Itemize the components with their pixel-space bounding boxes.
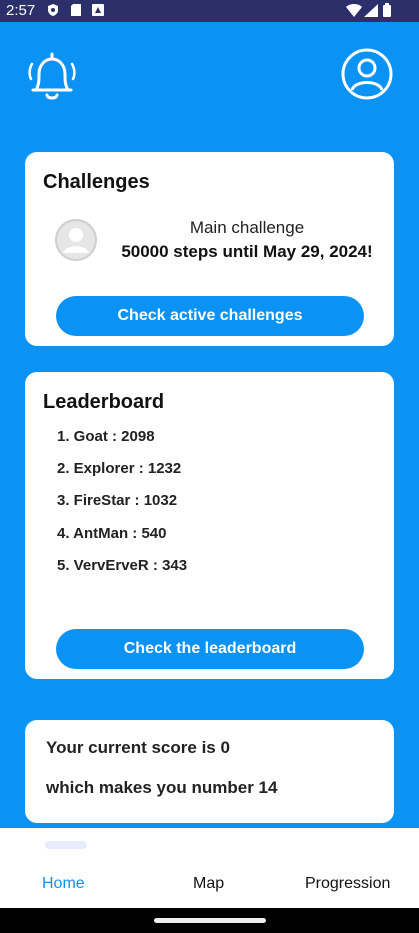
shield-status-icon <box>48 4 58 16</box>
leaderboard-entry: 5. VervErveR : 343 <box>57 557 188 574</box>
nav-map[interactable]: Map <box>193 875 224 893</box>
sd-card-icon <box>71 4 81 16</box>
leaderboard-entry: 1. Goat : 2098 <box>57 428 155 445</box>
signal-icon <box>364 4 378 17</box>
leaderboard-entry: 2. Explorer : 1232 <box>57 460 182 477</box>
gesture-bar-area <box>0 908 419 933</box>
challenges-title: Challenges <box>43 171 150 193</box>
wifi-icon <box>346 4 362 17</box>
gesture-handle[interactable] <box>154 918 266 923</box>
leaderboard-card: Leaderboard 1. Goat : 2098 2. Explorer :… <box>25 372 394 679</box>
leaderboard-entry: 4. AntMan : 540 <box>57 525 167 542</box>
battery-icon <box>383 3 391 17</box>
challenges-card: Challenges Main challenge 50000 steps un… <box>25 152 394 346</box>
nav-home[interactable]: Home <box>42 875 85 893</box>
leaderboard-entry: 3. FireStar : 1032 <box>57 492 178 509</box>
main-challenge-detail: 50000 steps until May 29, 2024! <box>121 242 373 261</box>
profile-icon[interactable] <box>341 48 393 100</box>
leaderboard-title: Leaderboard <box>43 391 165 413</box>
nav-active-indicator <box>45 841 87 849</box>
bottom-navigation: Home Map Progression <box>0 828 419 908</box>
score-text: Your current score is 0 <box>46 738 230 757</box>
app-content: Challenges Main challenge 50000 steps un… <box>0 22 419 828</box>
status-bar: 2:57 <box>0 0 419 22</box>
nav-progression[interactable]: Progression <box>305 875 390 893</box>
main-challenge-label: Main challenge <box>189 218 305 237</box>
bell-icon[interactable] <box>26 50 78 104</box>
app-status-icon <box>92 4 104 16</box>
status-time: 2:57 <box>6 2 36 19</box>
check-leaderboard-button[interactable]: Check the leaderboard <box>56 629 364 669</box>
score-card: Your current score is 0 which makes you … <box>25 720 394 823</box>
rank-text: which makes you number 14 <box>46 778 278 797</box>
check-active-challenges-button[interactable]: Check active challenges <box>56 296 364 336</box>
avatar-icon <box>55 219 97 261</box>
